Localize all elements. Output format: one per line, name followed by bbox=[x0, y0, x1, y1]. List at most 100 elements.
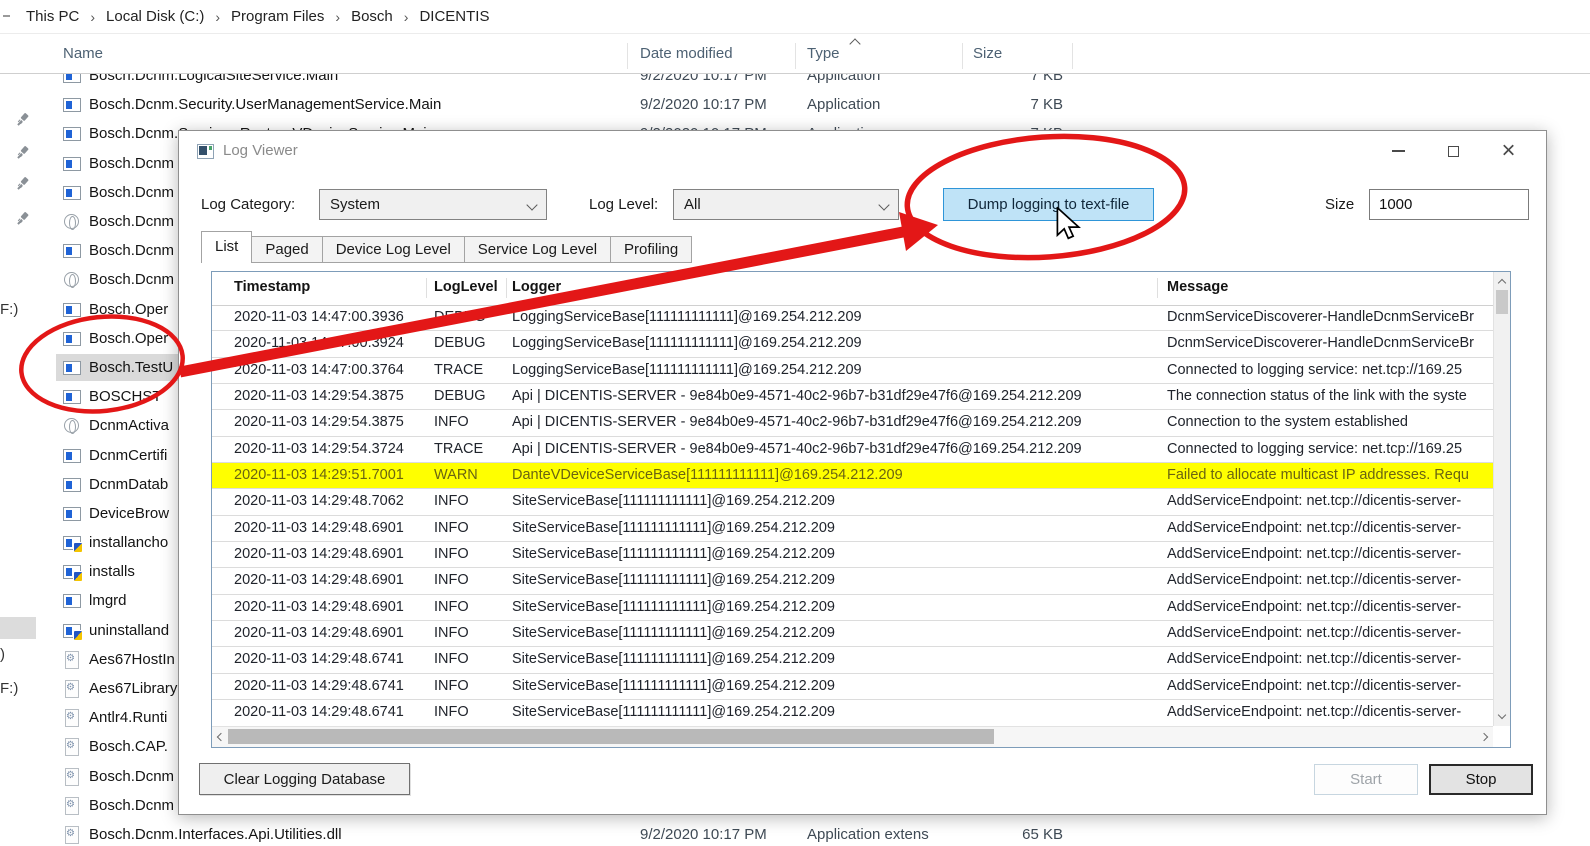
file-icon bbox=[63, 271, 81, 288]
column-header-size[interactable]: Size bbox=[973, 45, 1002, 62]
file-icon bbox=[63, 505, 81, 522]
breadcrumb-item[interactable]: This PC › bbox=[26, 8, 106, 25]
log-row[interactable]: 2020-11-03 14:47:00.3764 TRACE LoggingSe… bbox=[212, 358, 1493, 384]
nav-fragment-icon bbox=[3, 15, 10, 17]
log-category-value: System bbox=[330, 196, 380, 213]
log-row[interactable]: 2020-11-03 14:29:48.7062 INFO SiteServic… bbox=[212, 489, 1493, 515]
file-row[interactable]: Bosch.Dcnm.Interfaces.Api.Utilities.dll … bbox=[0, 820, 1590, 846]
log-row[interactable]: 2020-11-03 14:47:00.3924 DEBUG LoggingSe… bbox=[212, 331, 1493, 357]
log-row[interactable]: 2020-11-03 14:29:48.6901 INFO SiteServic… bbox=[212, 595, 1493, 621]
header-timestamp[interactable]: Timestamp bbox=[234, 279, 310, 295]
header-message[interactable]: Message bbox=[1167, 279, 1228, 295]
file-icon bbox=[63, 622, 81, 639]
maximize-button[interactable] bbox=[1426, 131, 1481, 171]
column-separator bbox=[506, 278, 507, 298]
sort-ascending-icon bbox=[851, 35, 859, 52]
app-icon bbox=[197, 144, 214, 159]
header-logger[interactable]: Logger bbox=[512, 279, 561, 295]
window-controls: × bbox=[1371, 131, 1536, 171]
clear-logging-database-button[interactable]: Clear Logging Database bbox=[199, 763, 410, 795]
column-separator bbox=[1072, 43, 1073, 69]
file-icon bbox=[63, 242, 81, 259]
tab-strip: List Paged Device Log Level Service Log … bbox=[201, 231, 692, 263]
breadcrumb[interactable]: This PC › Local Disk (C:) › Program File… bbox=[0, 0, 1590, 34]
file-icon bbox=[63, 738, 81, 755]
column-header-name[interactable]: Name bbox=[63, 45, 103, 62]
log-row[interactable]: 2020-11-03 14:29:48.6741 INFO SiteServic… bbox=[212, 700, 1493, 726]
breadcrumb-item[interactable]: Bosch › bbox=[351, 8, 419, 25]
breadcrumb-item[interactable]: Local Disk (C:) › bbox=[106, 8, 231, 25]
scroll-up-icon[interactable] bbox=[1498, 279, 1506, 287]
log-row[interactable]: 2020-11-03 14:29:48.6901 INFO SiteServic… bbox=[212, 542, 1493, 568]
log-row[interactable]: 2020-11-03 14:29:48.6901 INFO SiteServic… bbox=[212, 621, 1493, 647]
toolbar: Log Category: System Log Level: All Dump… bbox=[179, 189, 1546, 223]
log-category-select[interactable]: System bbox=[319, 189, 547, 220]
log-viewer-window: Log Viewer × Log Category: System Log Le… bbox=[178, 130, 1547, 815]
log-row[interactable]: 2020-11-03 14:29:48.6741 INFO SiteServic… bbox=[212, 674, 1493, 700]
file-icon bbox=[63, 417, 81, 434]
nav-selected-item[interactable] bbox=[0, 617, 36, 639]
minimize-icon bbox=[1392, 150, 1405, 152]
file-icon bbox=[63, 534, 81, 551]
scroll-left-icon[interactable] bbox=[217, 733, 225, 741]
log-row[interactable]: 2020-11-03 14:29:48.6901 INFO SiteServic… bbox=[212, 568, 1493, 594]
header-loglevel[interactable]: LogLevel bbox=[434, 279, 498, 295]
file-row[interactable]: Bosch.Dcnm.Security.UserManagementServic… bbox=[0, 90, 1590, 119]
screen: This PC › Local Disk (C:) › Program File… bbox=[0, 0, 1590, 846]
window-title: Log Viewer bbox=[223, 131, 298, 171]
dump-logging-button[interactable]: Dump logging to text-file bbox=[943, 188, 1154, 221]
column-header-type[interactable]: Type bbox=[807, 45, 840, 62]
file-icon bbox=[63, 651, 81, 668]
log-row[interactable]: 2020-11-03 14:29:54.3724 TRACE Api | DIC… bbox=[212, 437, 1493, 463]
log-level-label: Log Level: bbox=[589, 189, 658, 221]
tab[interactable]: Device Log Level bbox=[323, 236, 465, 263]
log-table: Timestamp LogLevel Logger Message 2020-1… bbox=[211, 271, 1511, 748]
column-separator bbox=[627, 43, 628, 69]
column-header-date-modified[interactable]: Date modified bbox=[640, 45, 733, 62]
file-icon bbox=[63, 359, 81, 376]
tab[interactable]: List bbox=[201, 231, 252, 263]
log-row[interactable]: 2020-11-03 14:29:54.3875 DEBUG Api | DIC… bbox=[212, 384, 1493, 410]
stop-button[interactable]: Stop bbox=[1429, 764, 1533, 795]
drive-label-partial[interactable]: F:) bbox=[0, 680, 18, 697]
file-icon bbox=[63, 476, 81, 493]
vertical-scrollbar[interactable] bbox=[1493, 272, 1510, 726]
log-row[interactable]: 2020-11-03 14:29:54.3875 INFO Api | DICE… bbox=[212, 410, 1493, 436]
file-icon bbox=[63, 709, 81, 726]
scroll-right-icon[interactable] bbox=[1480, 733, 1488, 741]
log-row[interactable]: 2020-11-03 14:29:48.6741 INFO SiteServic… bbox=[212, 647, 1493, 673]
file-icon bbox=[63, 155, 81, 172]
file-icon bbox=[63, 330, 81, 347]
log-category-label: Log Category: bbox=[201, 189, 295, 221]
close-button[interactable]: × bbox=[1481, 131, 1536, 171]
log-level-value: All bbox=[684, 196, 701, 213]
drive-label-partial[interactable]: F:) bbox=[0, 301, 18, 318]
tab[interactable]: Paged bbox=[252, 236, 322, 263]
column-headers: Name Date modified Type Size bbox=[0, 33, 1590, 74]
file-icon bbox=[63, 447, 81, 464]
scrollbar-thumb[interactable] bbox=[1496, 290, 1508, 314]
column-separator bbox=[426, 278, 427, 298]
file-icon bbox=[63, 213, 81, 230]
log-level-select[interactable]: All bbox=[673, 189, 899, 220]
log-rows: 2020-11-03 14:47:00.3936 DEBUG LoggingSe… bbox=[212, 305, 1493, 727]
scrollbar-thumb[interactable] bbox=[228, 729, 994, 744]
log-row[interactable]: 2020-11-03 14:29:51.7001 WARN DanteVDevi… bbox=[212, 463, 1493, 489]
chevron-right-icon: › bbox=[404, 9, 409, 25]
tab[interactable]: Service Log Level bbox=[465, 236, 611, 263]
scroll-down-icon[interactable] bbox=[1498, 711, 1506, 719]
log-row[interactable]: 2020-11-03 14:29:48.6901 INFO SiteServic… bbox=[212, 516, 1493, 542]
file-icon bbox=[63, 768, 81, 785]
size-input[interactable] bbox=[1369, 189, 1529, 220]
log-row[interactable]: 2020-11-03 14:47:00.3936 DEBUG LoggingSe… bbox=[212, 305, 1493, 331]
drive-label-partial[interactable]: ) bbox=[0, 646, 5, 663]
start-button[interactable]: Start bbox=[1314, 764, 1418, 795]
tab[interactable]: Profiling bbox=[611, 236, 692, 263]
titlebar[interactable]: Log Viewer × bbox=[179, 131, 1546, 171]
file-icon bbox=[63, 388, 81, 405]
breadcrumb-item[interactable]: Program Files › bbox=[231, 8, 351, 25]
file-icon bbox=[63, 797, 81, 814]
minimize-button[interactable] bbox=[1371, 131, 1426, 171]
horizontal-scrollbar[interactable] bbox=[212, 726, 1493, 747]
breadcrumb-item[interactable]: DICENTIS › bbox=[419, 8, 489, 25]
